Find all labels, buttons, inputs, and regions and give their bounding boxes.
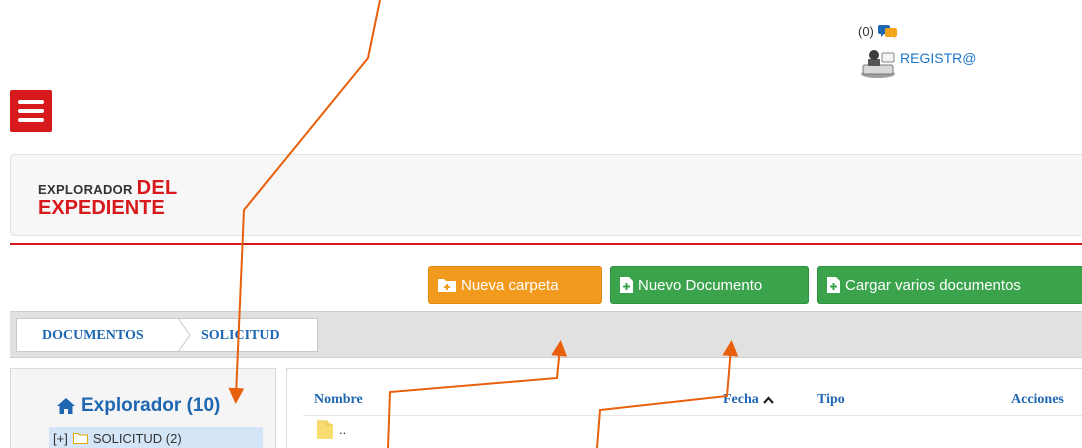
new-folder-button[interactable]: Nueva carpeta <box>428 266 602 304</box>
hamburger-menu-icon[interactable] <box>10 90 52 132</box>
notification-indicator[interactable]: (0) <box>858 24 898 39</box>
stamp-user-icon <box>861 50 895 78</box>
file-table: Nombre Fecha Tipo Acciones .. <box>286 368 1082 448</box>
column-header-fecha[interactable]: Fecha <box>723 392 774 408</box>
breadcrumb-separator-icon <box>177 318 191 352</box>
tree-item-solicitud[interactable]: [+] SOLICITUD (2) <box>49 427 263 448</box>
tree-expand-toggle[interactable]: [+] <box>53 431 68 446</box>
new-folder-label: Nueva carpeta <box>461 276 559 294</box>
page-title-highlight: DEL <box>136 177 178 199</box>
table-row[interactable]: .. <box>317 419 346 439</box>
page-title-panel: EXPLORADOR DEL EXPEDIENTE <box>10 154 1082 236</box>
new-document-label: Nuevo Documento <box>638 276 763 294</box>
breadcrumb-item-solicitud[interactable]: SOLICITUD <box>201 328 280 344</box>
title-divider <box>10 243 1082 245</box>
column-header-tipo[interactable]: Tipo <box>817 392 845 408</box>
sort-ascending-icon <box>762 396 774 404</box>
column-header-nombre[interactable]: Nombre <box>314 392 363 408</box>
column-header-acciones: Acciones <box>1011 392 1064 407</box>
page-title-prefix: EXPLORADOR <box>38 182 133 197</box>
explorer-title[interactable]: Explorador (10) <box>57 395 220 417</box>
folder-icon <box>317 420 333 439</box>
folder-plus-icon <box>438 279 456 292</box>
new-document-button[interactable]: Nuevo Documento <box>610 266 809 304</box>
parent-directory-label: .. <box>339 421 347 437</box>
file-plus-icon <box>620 277 633 293</box>
folder-icon <box>72 433 88 444</box>
tree-item-label: SOLICITUD (2) <box>92 430 182 446</box>
explorer-title-label: Explorador (10) <box>81 395 221 416</box>
table-divider <box>303 415 1082 416</box>
breadcrumb: DOCUMENTOS SOLICITUD <box>16 318 318 352</box>
column-header-fecha-label: Fecha <box>723 392 759 407</box>
breadcrumb-bar: DOCUMENTOS SOLICITUD <box>10 311 1082 358</box>
home-icon <box>57 398 75 414</box>
upload-multiple-label: Cargar varios documentos <box>845 276 1021 294</box>
user-menu[interactable]: REGISTR@ <box>860 47 976 79</box>
page-title-highlight-line2: EXPEDIENTE <box>38 197 165 219</box>
file-plus-icon <box>827 277 840 293</box>
breadcrumb-item-documentos[interactable]: DOCUMENTOS <box>42 328 144 344</box>
chat-bubbles-icon <box>877 24 897 39</box>
username-link[interactable]: REGISTR@ <box>900 50 976 66</box>
upload-multiple-button[interactable]: Cargar varios documentos <box>817 266 1082 304</box>
notification-count: (0) <box>858 24 874 39</box>
explorer-panel: Explorador (10) [+] SOLICITUD (2) <box>10 368 276 448</box>
